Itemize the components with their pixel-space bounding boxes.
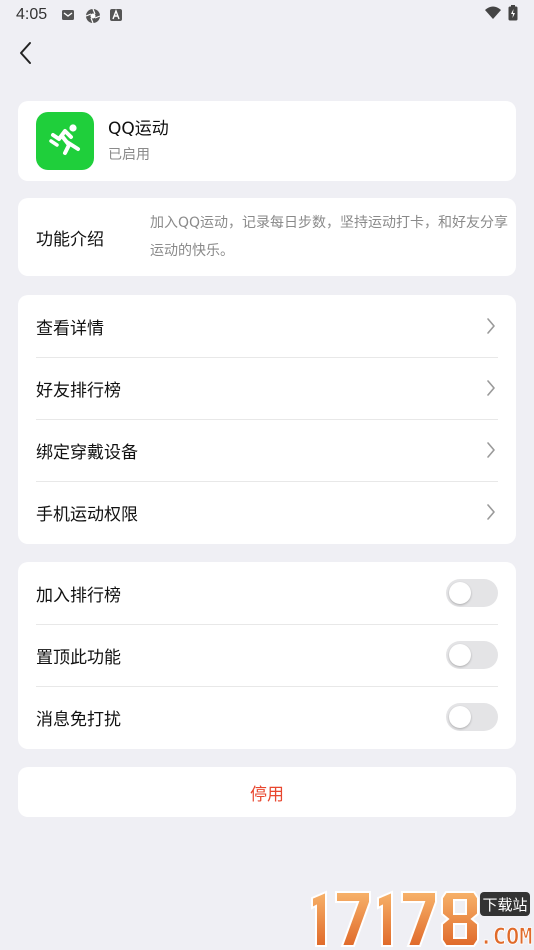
row-label: 绑定穿戴设备 — [36, 442, 138, 463]
status-right — [484, 5, 518, 25]
toggle-knob — [449, 582, 471, 604]
disable-button[interactable]: 停用 — [18, 767, 516, 817]
row-label: 好友排行榜 — [36, 380, 121, 401]
mail-icon — [61, 8, 75, 22]
wifi-icon — [484, 6, 502, 24]
pin-top-row: 置顶此功能 — [18, 624, 516, 686]
join-ranking-toggle[interactable] — [446, 579, 498, 607]
row-label: 查看详情 — [36, 318, 104, 339]
svg-text:下载站: 下载站 — [482, 896, 527, 914]
chevron-right-icon — [486, 317, 498, 335]
chevron-left-icon — [18, 41, 32, 69]
do-not-disturb-row: 消息免打扰 — [18, 686, 516, 748]
toggle-knob — [449, 644, 471, 666]
app-info: QQ运动 已启用 — [108, 118, 169, 164]
intro-card: 功能介绍 加入QQ运动，记录每日步数，坚持运动打卡，和好友分享运动的快乐。 — [18, 198, 516, 276]
chevron-right-icon — [486, 379, 498, 397]
row-label: 置顶此功能 — [36, 647, 121, 668]
intro-label: 功能介绍 — [36, 229, 104, 250]
row-label: 加入排行榜 — [36, 585, 121, 606]
friend-ranking-row[interactable]: 好友排行榜 — [18, 357, 516, 419]
svg-text:.COM: .COM — [480, 925, 533, 950]
join-ranking-row: 加入排行榜 — [18, 562, 516, 624]
pin-top-toggle[interactable] — [446, 641, 498, 669]
back-button[interactable] — [10, 38, 40, 72]
chevron-right-icon — [486, 503, 498, 521]
aperture-icon — [85, 8, 101, 24]
app-name: QQ运动 — [108, 119, 169, 139]
site-watermark-logo: 下载站 .COM — [306, 884, 534, 950]
app-logo — [36, 112, 94, 170]
app-card: QQ运动 已启用 — [18, 101, 516, 181]
view-details-row[interactable]: 查看详情 — [18, 295, 516, 357]
status-bar: 4:05 — [0, 0, 534, 30]
chevron-right-icon — [486, 441, 498, 459]
intro-text: 加入QQ运动，记录每日步数，坚持运动打卡，和好友分享运动的快乐。 — [150, 215, 509, 259]
a-box-icon — [109, 8, 123, 22]
status-time: 4:05 — [16, 6, 48, 23]
app-status: 已启用 — [108, 147, 150, 163]
do-not-disturb-toggle[interactable] — [446, 703, 498, 731]
bind-wearable-row[interactable]: 绑定穿戴设备 — [18, 419, 516, 481]
nav-card: 查看详情 好友排行榜 绑定穿戴设备 手机运动权限 — [18, 295, 516, 544]
toggle-card: 加入排行榜 置顶此功能 消息免打扰 — [18, 562, 516, 749]
motion-permission-row[interactable]: 手机运动权限 — [18, 481, 516, 543]
battery-icon — [508, 5, 518, 25]
row-label: 手机运动权限 — [36, 504, 138, 525]
running-figure-icon — [45, 119, 85, 163]
disable-label: 停用 — [250, 784, 284, 805]
toggle-knob — [449, 706, 471, 728]
row-label: 消息免打扰 — [36, 709, 121, 730]
